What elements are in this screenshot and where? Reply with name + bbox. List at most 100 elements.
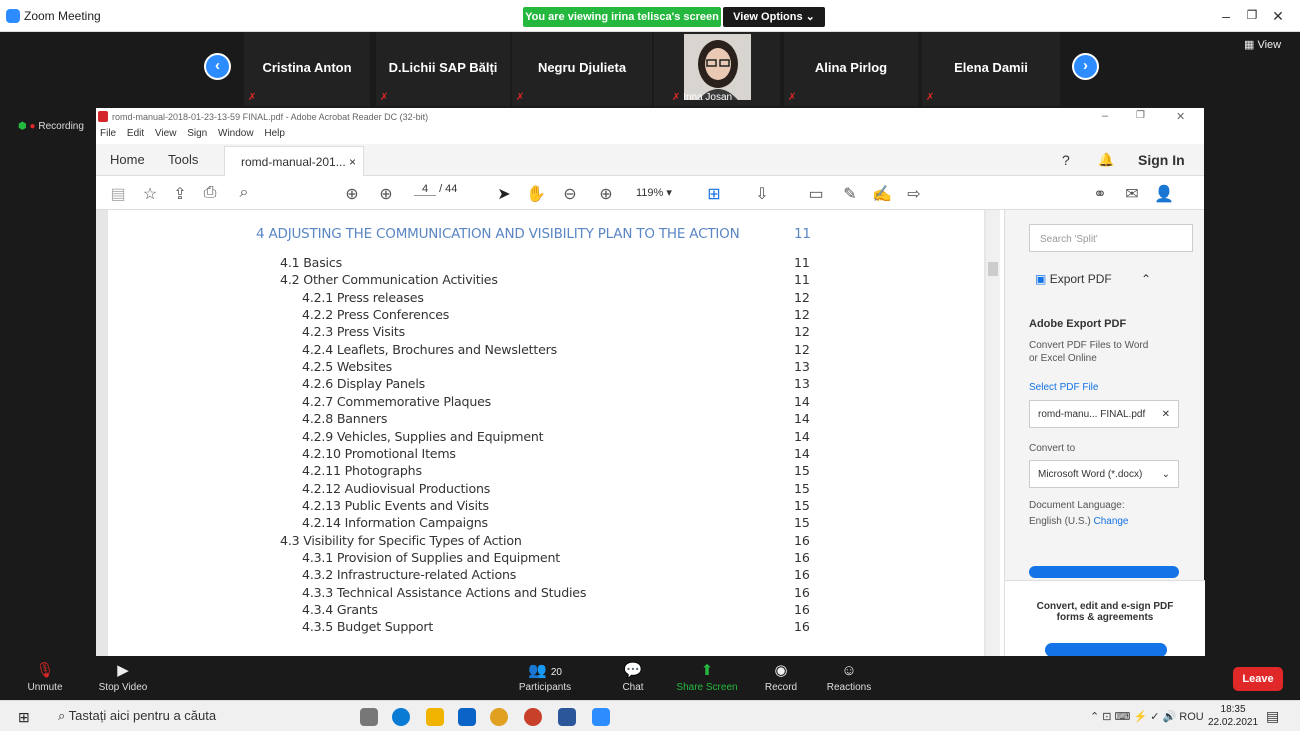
zoom-dropdown[interactable]: 119% ▾ [636, 186, 672, 199]
participant-name-label: ✗ Inna Josan [672, 92, 733, 103]
toc-entry-label: 4.2.6 Display Panels [302, 376, 426, 392]
export-pdf-header[interactable]: ▣ Export PDF ⌃ [1035, 272, 1151, 286]
convert-button[interactable] [1029, 566, 1179, 578]
menu-help[interactable]: Help [264, 128, 285, 139]
share-icon[interactable]: ⇨ [904, 184, 924, 204]
next-page-icon[interactable]: ⊕ [376, 184, 396, 204]
minimize-icon[interactable]: – [1102, 110, 1108, 122]
toc-entry-label: 4.2.8 Banners [302, 411, 388, 427]
participant-tile[interactable]: Negru Djulieta ✗ [512, 32, 652, 106]
tab-home[interactable]: Home [110, 152, 145, 167]
file-explorer-icon[interactable] [426, 708, 444, 726]
link-icon[interactable]: ⚭ [1090, 184, 1110, 204]
notifications-icon[interactable]: ▤ [1266, 708, 1279, 725]
toc-entry-page: 15 [794, 480, 810, 496]
toc-entry-label: 4.2.2 Press Conferences [302, 307, 450, 323]
sign-icon[interactable]: ✍ [872, 184, 892, 204]
bell-icon[interactable]: 🔔 [1098, 152, 1114, 168]
toc-entry-page: 11 [794, 226, 811, 242]
gallery-next-button[interactable]: › [1072, 53, 1099, 80]
change-language-link[interactable]: Change [1093, 516, 1128, 527]
prev-page-icon[interactable]: ⊕ [342, 184, 362, 204]
save-icon[interactable]: ▤ [108, 184, 128, 204]
mail-app-icon[interactable] [458, 708, 476, 726]
mail-icon[interactable]: ✉ [1122, 184, 1142, 204]
sign-in-button[interactable]: Sign In [1138, 152, 1185, 168]
participant-tile[interactable]: Elena Damii ✗ [922, 32, 1060, 106]
task-view-icon[interactable] [360, 708, 378, 726]
zoom-out-search-icon[interactable]: ⌕ [234, 184, 254, 202]
highlight-icon[interactable]: ✎ [840, 184, 860, 204]
menu-window[interactable]: Window [218, 128, 254, 139]
participant-tile[interactable]: Cristina Anton ✗ [244, 32, 370, 106]
close-icon[interactable]: ✕ [1268, 8, 1288, 25]
pdf-page[interactable]: 4 ADJUSTING THE COMMUNICATION AND VISIBI… [108, 210, 984, 656]
recording-indicator: ⬢ ● Recording [18, 121, 84, 132]
minimize-icon[interactable]: – [1216, 8, 1236, 24]
toc-entry-label: 4.3.2 Infrastructure-related Actions [302, 567, 517, 583]
gallery-prev-button[interactable]: ‹ [204, 53, 231, 80]
print-icon[interactable]: ⎙ [200, 184, 220, 202]
close-icon[interactable]: ✕ [1176, 110, 1185, 123]
tab-tools[interactable]: Tools [168, 152, 198, 167]
format-select[interactable]: Microsoft Word (*.docx) ⌄ [1029, 460, 1179, 488]
convert-description: Convert PDF Files to Word or Excel Onlin… [1029, 340, 1149, 364]
unmute-button[interactable]: 🎙 Unmute [0, 660, 90, 693]
zoom-taskbar-icon[interactable] [592, 708, 610, 726]
menu-sign[interactable]: Sign [187, 128, 207, 139]
system-tray[interactable]: ⌃ ⊡ ⌨ ⚡ ✓ 🔊 ROU [1090, 710, 1204, 723]
upload-icon[interactable]: ⇪ [170, 184, 190, 204]
reactions-button[interactable]: ☺ Reactions [804, 660, 894, 693]
add-user-icon[interactable]: 👤 [1154, 184, 1174, 204]
help-icon[interactable]: ? [1062, 152, 1070, 168]
star-icon[interactable]: ☆ [140, 184, 160, 204]
fit-page-icon[interactable]: ⊞ [704, 184, 724, 204]
windows-start-icon[interactable]: ⊞ [18, 709, 30, 726]
scroll-mode-icon[interactable]: ⇩ [752, 184, 772, 204]
promo-text: Convert, edit and e-sign PDF forms & agr… [1036, 601, 1174, 623]
menu-view[interactable]: View [155, 128, 177, 139]
hand-tool-icon[interactable]: ✋ [526, 184, 546, 204]
zoom-in-icon[interactable]: ⊕ [596, 184, 616, 204]
stop-video-button[interactable]: ▶ Stop Video [78, 660, 168, 693]
chrome-profile-icon[interactable] [524, 708, 542, 726]
toc-entry-page: 16 [794, 549, 810, 565]
restore-icon[interactable]: ❐ [1136, 110, 1145, 121]
edge-icon[interactable] [392, 708, 410, 726]
taskbar-search[interactable]: ⌕ Tastați aici pentru a căuta [58, 708, 216, 724]
zoom-out-icon[interactable]: ⊖ [560, 184, 580, 204]
view-options-button[interactable]: View Options ⌄ [723, 7, 825, 27]
tab-document[interactable]: romd-manual-201... × [224, 146, 364, 176]
select-pdf-file-link[interactable]: Select PDF File [1029, 382, 1098, 393]
participant-tile[interactable]: Alina Pirlog ✗ [784, 32, 918, 106]
document-area[interactable]: 4 ADJUSTING THE COMMUNICATION AND VISIBI… [96, 210, 996, 656]
comment-icon[interactable]: ▭ [806, 184, 826, 204]
chrome-icon[interactable] [490, 708, 508, 726]
document-scrollbar[interactable] [986, 210, 1000, 656]
promo-button[interactable] [1045, 643, 1167, 657]
scrollbar-thumb[interactable] [988, 262, 998, 276]
selected-file-field[interactable]: romd-manu... FINAL.pdf ✕ [1029, 400, 1179, 428]
toc-entry-page: 12 [794, 289, 810, 305]
word-icon[interactable] [558, 708, 576, 726]
participant-tile[interactable]: D.Lichii SAP Bălți ✗ [376, 32, 510, 106]
restore-icon[interactable]: ❐ [1242, 8, 1262, 22]
toc-entry-label: 4.2.5 Websites [302, 359, 393, 375]
participant-tile-video[interactable]: ✗ Inna Josan [654, 32, 780, 106]
view-button[interactable]: ▦ View [1244, 38, 1281, 51]
tools-search-input[interactable]: Search 'Split' [1029, 224, 1193, 252]
leave-button[interactable]: Leave [1233, 667, 1283, 691]
convert-to-label: Convert to [1029, 443, 1076, 454]
page-number-input[interactable]: 4 [414, 183, 436, 196]
toc-entry-label: 4.3.5 Budget Support [302, 619, 434, 635]
menu-file[interactable]: File [100, 128, 116, 139]
select-tool-icon[interactable]: ➤ [494, 184, 514, 204]
muted-mic-icon: ✗ [380, 92, 389, 103]
toc-entry-page: 12 [794, 324, 810, 340]
menu-edit[interactable]: Edit [127, 128, 144, 139]
toc-entry-page: 15 [794, 463, 810, 479]
page-indicator: 4 / 44 [414, 183, 457, 196]
participants-button[interactable]: 👥 20 Participants [500, 660, 590, 693]
toc-entry-page: 13 [794, 376, 810, 392]
clock[interactable]: 18:35 22.02.2021 [1208, 703, 1258, 729]
